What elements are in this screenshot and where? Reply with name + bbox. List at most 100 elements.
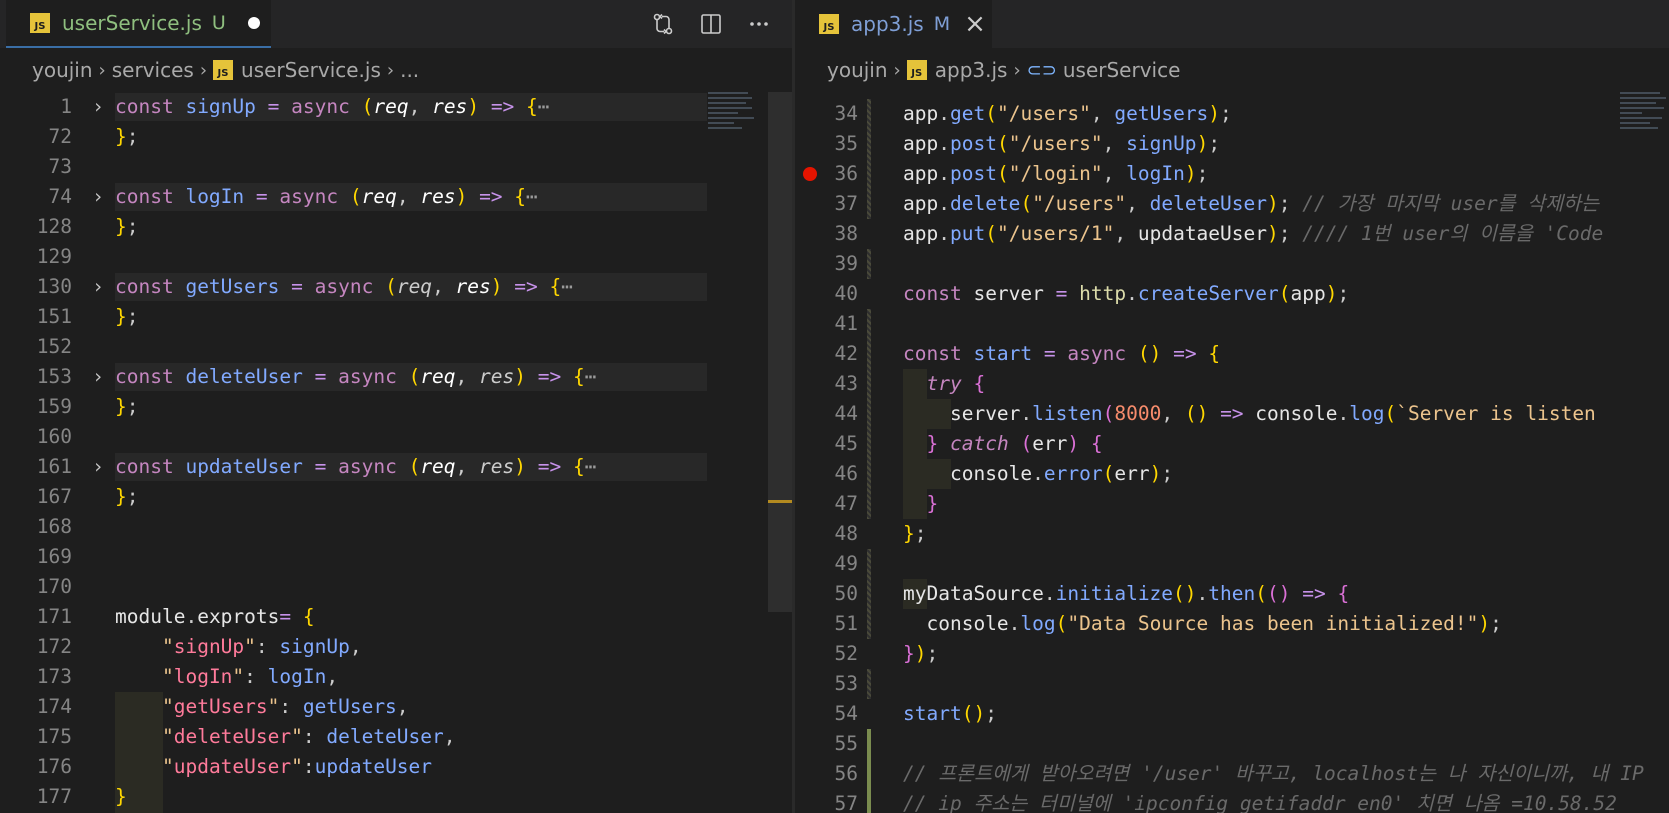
code-line[interactable]: 54 start(); <box>795 699 1669 729</box>
code-line[interactable]: 53 <box>795 669 1669 699</box>
code-line[interactable]: 171 module.exprots= { <box>0 602 792 632</box>
code-line[interactable]: 73 <box>0 152 792 182</box>
code-line[interactable]: 36 app.post("/login", logIn); <box>795 159 1669 189</box>
code-line[interactable]: 129 <box>0 242 792 272</box>
code-text[interactable]: const server = http.createServer(app); <box>903 279 1349 309</box>
code-text[interactable]: try { <box>903 369 985 399</box>
fold-chevron-icon[interactable]: › <box>88 182 108 212</box>
code-line[interactable]: 56 // 프론트에게 받아오려면 '/user' 바꾸고, localhost는… <box>795 759 1669 789</box>
code-text[interactable]: app.get("/users", getUsers); <box>903 99 1232 129</box>
breakpoint-icon[interactable] <box>803 167 817 181</box>
code-text[interactable]: const signUp = async (req, res) => {⋯ <box>115 92 550 122</box>
code-text[interactable]: }; <box>903 519 927 549</box>
code-text[interactable]: } <box>903 489 938 519</box>
code-text[interactable]: "logIn": logIn, <box>115 662 338 692</box>
code-text[interactable]: }); <box>903 639 938 669</box>
code-text[interactable]: server.listen(8000, () => console.log(`S… <box>903 399 1596 429</box>
code-line[interactable]: 34 app.get("/users", getUsers); <box>795 99 1669 129</box>
code-line[interactable]: 55 <box>795 729 1669 759</box>
code-line[interactable]: 49 <box>795 549 1669 579</box>
code-line[interactable]: 42 const start = async () => { <box>795 339 1669 369</box>
code-line[interactable]: 174 "getUsers": getUsers, <box>0 692 792 722</box>
code-line[interactable]: 170 <box>0 572 792 602</box>
code-line[interactable]: 74 › const logIn = async (req, res) => {⋯ <box>0 182 792 212</box>
breadcrumb-item-symbol[interactable]: ... <box>400 58 419 82</box>
code-line[interactable]: 35 app.post("/users", signUp); <box>795 129 1669 159</box>
minimap[interactable] <box>1620 92 1669 152</box>
tab-userservice[interactable]: JS userService.js U <box>6 0 271 48</box>
code-text[interactable]: const deleteUser = async (req, res) => {… <box>115 362 597 392</box>
code-line[interactable]: 38 app.put("/users/1", updataeUser); ////… <box>795 219 1669 249</box>
code-text[interactable]: console.error(err); <box>903 459 1173 489</box>
code-line[interactable]: 161 › const updateUser = async (req, res) … <box>0 452 792 482</box>
code-text[interactable]: const updateUser = async (req, res) => {… <box>115 452 597 482</box>
code-line[interactable]: 151}; <box>0 302 792 332</box>
code-text[interactable]: const getUsers = async (req, res) => {⋯ <box>115 272 573 302</box>
code-line[interactable]: 43 try { <box>795 369 1669 399</box>
code-text[interactable]: "getUsers": getUsers, <box>115 692 409 722</box>
code-line[interactable]: 168 <box>0 512 792 542</box>
split-editor-icon[interactable] <box>698 11 724 37</box>
fold-chevron-icon[interactable]: › <box>88 92 108 122</box>
code-text[interactable]: }; <box>115 212 139 242</box>
code-line[interactable]: 176 "updateUser":updateUser <box>0 752 792 782</box>
code-line[interactable]: 160 <box>0 422 792 452</box>
code-line[interactable]: 153 › const deleteUser = async (req, res) … <box>0 362 792 392</box>
code-text[interactable]: app.delete("/users", deleteUser); // 가장 … <box>903 189 1599 219</box>
code-text[interactable]: }; <box>115 302 139 332</box>
code-text[interactable]: } catch (err) { <box>903 429 1102 459</box>
code-text[interactable]: "updateUser":updateUser <box>115 752 432 782</box>
code-text[interactable]: } <box>115 782 127 812</box>
code-editor[interactable]: 34 app.get("/users", getUsers); 35 app.post… <box>795 92 1669 813</box>
code-line[interactable]: 175 "deleteUser": deleteUser, <box>0 722 792 752</box>
code-line[interactable]: 130 › const getUsers = async (req, res) =>… <box>0 272 792 302</box>
code-line[interactable]: 57 // ip 주소는 터미널에 'ipconfig getifaddr en0… <box>795 789 1669 813</box>
more-actions-icon[interactable] <box>746 11 772 37</box>
unsaved-dot-icon[interactable] <box>247 17 260 29</box>
minimap[interactable] <box>708 92 760 152</box>
code-text[interactable]: app.post("/login", logIn); <box>903 159 1208 189</box>
code-text[interactable]: app.put("/users/1", updataeUser); //// 1… <box>903 219 1603 249</box>
code-line[interactable]: 169 <box>0 542 792 572</box>
code-line[interactable]: 72}; <box>0 122 792 152</box>
code-line[interactable]: 128}; <box>0 212 792 242</box>
code-line[interactable]: 41 <box>795 309 1669 339</box>
vertical-scrollbar[interactable] <box>768 92 792 612</box>
code-text[interactable]: const start = async () => { <box>903 339 1220 369</box>
code-text[interactable]: }; <box>115 482 139 512</box>
code-text[interactable]: app.post("/users", signUp); <box>903 129 1220 159</box>
code-line[interactable]: 40 const server = http.createServer(app); <box>795 279 1669 309</box>
code-line[interactable]: 1 › const signUp = async (req, res) => {⋯ <box>0 92 792 122</box>
code-text[interactable]: start(); <box>903 699 997 729</box>
code-text[interactable]: "deleteUser": deleteUser, <box>115 722 456 752</box>
code-line[interactable]: 47 } <box>795 489 1669 519</box>
code-line[interactable]: 37 app.delete("/users", deleteUser); // 가… <box>795 189 1669 219</box>
code-line[interactable]: 39 <box>795 249 1669 279</box>
code-editor[interactable]: 1 › const signUp = async (req, res) => {⋯ 7… <box>0 92 792 813</box>
open-changes-icon[interactable] <box>650 11 676 37</box>
code-text[interactable]: }; <box>115 122 139 152</box>
fold-chevron-icon[interactable]: › <box>88 452 108 482</box>
code-line[interactable]: 44 server.listen(8000, () => console.log… <box>795 399 1669 429</box>
breadcrumb-item-folder[interactable]: youjin <box>32 58 93 82</box>
fold-chevron-icon[interactable]: › <box>88 362 108 392</box>
close-icon[interactable]: × <box>964 11 986 37</box>
code-text[interactable]: }; <box>115 392 139 422</box>
code-line[interactable]: 172 "signUp": signUp, <box>0 632 792 662</box>
breadcrumb-item-file[interactable]: app3.js <box>935 58 1008 82</box>
code-text[interactable]: console.log("Data Source has been initia… <box>903 609 1501 639</box>
code-line[interactable]: 46 console.error(err); <box>795 459 1669 489</box>
code-text[interactable]: // 프론트에게 받아오려면 '/user' 바꾸고, localhost는 나… <box>903 759 1644 789</box>
code-text[interactable]: myDataSource.initialize().then(() => { <box>903 579 1349 609</box>
code-line[interactable]: 159}; <box>0 392 792 422</box>
code-text[interactable]: module.exprots= { <box>115 602 315 632</box>
tab-app3[interactable]: JS app3.js M × <box>795 0 992 48</box>
code-text[interactable]: "signUp": signUp, <box>115 632 362 662</box>
code-line[interactable]: 173 "logIn": logIn, <box>0 662 792 692</box>
fold-chevron-icon[interactable]: › <box>88 272 108 302</box>
code-line[interactable]: 177} <box>0 782 792 812</box>
breadcrumb-item-file[interactable]: userService.js <box>241 58 381 82</box>
code-line[interactable]: 52}); <box>795 639 1669 669</box>
code-line[interactable]: 48}; <box>795 519 1669 549</box>
code-line[interactable]: 45 } catch (err) { <box>795 429 1669 459</box>
